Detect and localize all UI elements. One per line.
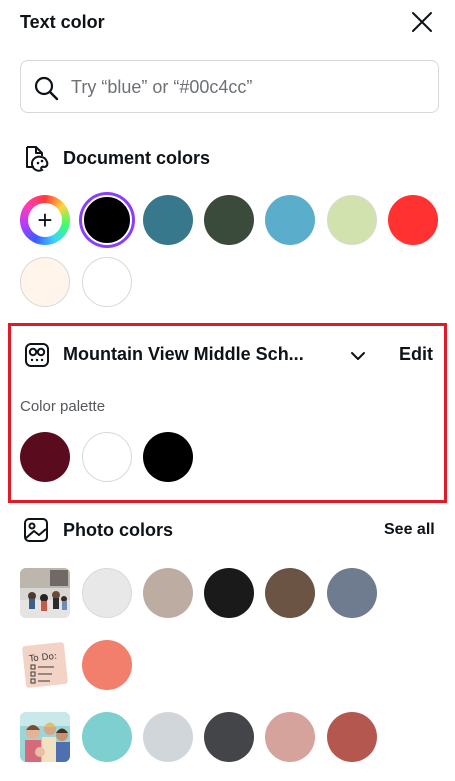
color-swatch[interactable] [204, 712, 254, 762]
chevron-down-icon[interactable] [347, 345, 369, 367]
photo-colors-title: Photo colors [63, 519, 174, 540]
color-swatch[interactable] [265, 712, 315, 762]
todo-note-photo-thumbnail[interactable]: To Do: [20, 640, 70, 690]
color-swatch[interactable] [20, 257, 70, 307]
edit-brand-kit-button[interactable]: Edit [399, 344, 433, 365]
color-swatch[interactable] [143, 195, 193, 245]
color-search[interactable] [20, 60, 439, 113]
brand-kit-name[interactable]: Mountain View Middle Sch... [63, 344, 304, 365]
color-swatch[interactable] [204, 195, 254, 245]
color-swatch[interactable] [327, 195, 377, 245]
color-swatch[interactable] [143, 432, 193, 482]
students-photo-thumbnail[interactable] [20, 712, 70, 762]
color-swatch[interactable] [82, 568, 132, 618]
document-colors-title: Document colors [63, 147, 211, 168]
photo-colors-header: Photo colors [20, 514, 173, 546]
color-swatch[interactable] [82, 432, 132, 482]
color-swatch[interactable] [82, 640, 132, 690]
panel-title: Text color [20, 12, 105, 32]
color-swatch[interactable] [20, 432, 70, 482]
color-palette-label: Color palette [20, 398, 106, 415]
color-swatch[interactable] [265, 568, 315, 618]
brand-kit-icon [25, 343, 49, 367]
color-swatch[interactable] [143, 712, 193, 762]
search-icon [34, 76, 59, 101]
color-swatch[interactable] [82, 195, 132, 245]
add-color-button[interactable]: + [20, 195, 70, 245]
document-colors-header: Document colors [20, 142, 210, 174]
color-swatch[interactable] [327, 568, 377, 618]
color-swatch[interactable] [388, 195, 438, 245]
document-palette-icon [20, 142, 52, 174]
color-swatch[interactable] [327, 712, 377, 762]
close-icon[interactable] [410, 10, 434, 34]
search-input[interactable] [71, 73, 421, 101]
see-all-link[interactable]: See all [384, 521, 435, 539]
color-swatch[interactable] [82, 712, 132, 762]
color-swatch[interactable] [204, 568, 254, 618]
plus-icon: + [28, 203, 62, 237]
color-swatch[interactable] [265, 195, 315, 245]
image-icon [20, 514, 52, 546]
color-swatch[interactable] [82, 257, 132, 307]
classroom-photo-thumbnail[interactable] [20, 568, 70, 618]
color-swatch[interactable] [143, 568, 193, 618]
